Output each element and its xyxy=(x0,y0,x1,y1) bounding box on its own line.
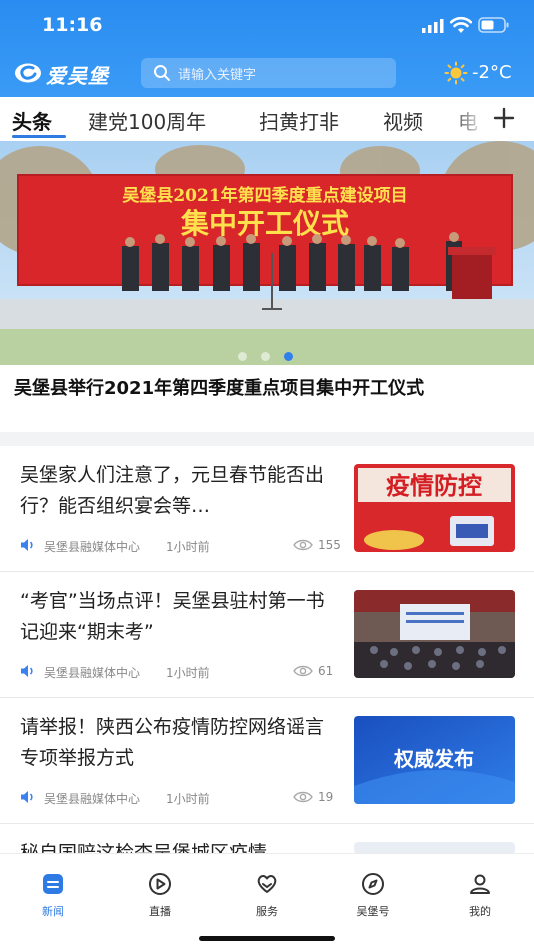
news-title: “考官”当场点评！吴堡县驻村第一书记迎来“期末考” xyxy=(20,590,325,643)
nav-wubao-hao[interactable]: 吴堡号 xyxy=(338,866,408,926)
news-title: 请举报！陕西公布疫情防控网络谣言专项举报方式 xyxy=(20,716,325,769)
battery-icon xyxy=(478,17,509,33)
news-meta: 吴堡县融媒体中心 1小时前 61 xyxy=(20,662,342,682)
add-channel-icon[interactable] xyxy=(492,106,516,130)
app-header: 11:16 爱吴堡 请输入关键字 -2°C xyxy=(0,0,534,97)
news-item[interactable]: 吴堡家人们注意了，元旦春节能否出行？能否组织宴会等… 吴堡县融媒体中心 1小时前… xyxy=(0,446,534,572)
news-item[interactable]: 请举报！陕西公布疫情防控网络谣言专项举报方式 吴堡县融媒体中心 1小时前 19 … xyxy=(0,698,534,824)
banner-sign-line2: 集中开工仪式 xyxy=(180,207,349,240)
compass-icon xyxy=(362,873,384,895)
eye-icon xyxy=(293,665,313,677)
tab-video[interactable]: 视频 xyxy=(383,106,423,135)
banner-image: 吴堡县2021年第四季度重点建设项目 集中开工仪式 xyxy=(0,141,534,365)
news-title: 秘自国赔这检杳吴堡城区疫情 xyxy=(20,842,268,853)
carousel-dot[interactable] xyxy=(238,352,247,361)
cellular-signal-icon xyxy=(422,19,444,33)
thumb-text: 权威发布 xyxy=(393,747,474,771)
news-thumbnail: 疫情防控 xyxy=(354,464,515,552)
channel-tabs: 头条 建党100周年 扫黄打非 视频 电 xyxy=(0,97,534,141)
nav-label: 我的 xyxy=(469,905,491,918)
live-play-icon xyxy=(149,873,171,895)
news-views: 155 xyxy=(318,538,341,552)
thumb-text: 疫情防控 xyxy=(386,472,482,500)
app-logo[interactable]: 爱吴堡 xyxy=(14,58,124,88)
nav-service[interactable]: 服务 xyxy=(232,866,302,926)
weather-temperature: -2°C xyxy=(472,62,512,83)
banner-headline[interactable]: 吴堡县举行2021年第四季度重点项目集中开工仪式 xyxy=(14,375,524,403)
news-views: 61 xyxy=(318,664,334,678)
tab-fade xyxy=(448,97,534,141)
home-indicator[interactable] xyxy=(199,936,335,941)
sun-icon xyxy=(444,61,468,85)
nav-live[interactable]: 直播 xyxy=(125,866,195,926)
profile-icon xyxy=(470,874,490,894)
search-box[interactable]: 请输入关键字 xyxy=(141,58,396,88)
nav-label: 新闻 xyxy=(42,905,64,918)
status-bar: 11:16 xyxy=(0,0,534,50)
news-thumbnail xyxy=(354,590,515,678)
news-thumbnail xyxy=(354,842,515,853)
news-time: 1小时前 xyxy=(166,666,210,680)
tab-party-100[interactable]: 建党100周年 xyxy=(88,106,206,135)
nav-label: 吴堡号 xyxy=(356,905,390,918)
logo-icon xyxy=(15,63,41,83)
news-views: 19 xyxy=(318,790,334,804)
search-icon xyxy=(154,65,170,81)
speaker-icon[interactable] xyxy=(20,664,36,678)
eye-icon xyxy=(293,791,313,803)
tab-anti-pornography[interactable]: 扫黄打非 xyxy=(259,106,339,135)
nav-profile[interactable]: 我的 xyxy=(445,866,515,926)
news-meta: 吴堡县融媒体中心 1小时前 19 xyxy=(20,788,342,808)
nav-label: 服务 xyxy=(256,905,278,918)
nav-news[interactable]: 新闻 xyxy=(18,866,88,926)
speaker-icon[interactable] xyxy=(20,790,36,804)
wifi-icon xyxy=(450,16,472,33)
news-meta: 吴堡县融媒体中心 1小时前 155 xyxy=(20,536,342,556)
news-title: 吴堡家人们注意了，元旦春节能否出行？能否组织宴会等… xyxy=(20,464,325,517)
weather-widget[interactable]: -2°C xyxy=(444,60,530,86)
search-placeholder: 请输入关键字 xyxy=(178,68,257,83)
news-source: 吴堡县融媒体中心 xyxy=(44,666,141,680)
carousel-indicator xyxy=(232,350,302,362)
news-time: 1小时前 xyxy=(166,792,210,806)
speaker-icon[interactable] xyxy=(20,538,36,552)
carousel-banner[interactable]: 吴堡县2021年第四季度重点建设项目 集中开工仪式 xyxy=(0,141,534,365)
nav-label: 直播 xyxy=(149,905,171,918)
active-tab-indicator xyxy=(12,135,66,138)
carousel-dot-active[interactable] xyxy=(284,352,293,361)
logo-text: 爱吴堡 xyxy=(46,64,109,88)
service-heart-icon xyxy=(257,875,277,893)
news-item[interactable]: 秘自国赔这检杳吴堡城区疫情 xyxy=(0,824,534,853)
carousel-dot[interactable] xyxy=(261,352,270,361)
news-icon xyxy=(43,874,63,894)
status-time: 11:16 xyxy=(42,14,103,36)
eye-icon xyxy=(293,539,313,551)
section-separator xyxy=(0,432,534,446)
news-time: 1小时前 xyxy=(166,540,210,554)
news-source: 吴堡县融媒体中心 xyxy=(44,540,141,554)
tab-headlines[interactable]: 头条 xyxy=(12,106,52,135)
news-item[interactable]: “考官”当场点评！吴堡县驻村第一书记迎来“期末考” 吴堡县融媒体中心 1小时前 … xyxy=(0,572,534,698)
news-thumbnail: 权威发布 xyxy=(354,716,515,804)
banner-sign-line1: 吴堡县2021年第四季度重点建设项目 xyxy=(122,185,407,206)
news-source: 吴堡县融媒体中心 xyxy=(44,792,141,806)
